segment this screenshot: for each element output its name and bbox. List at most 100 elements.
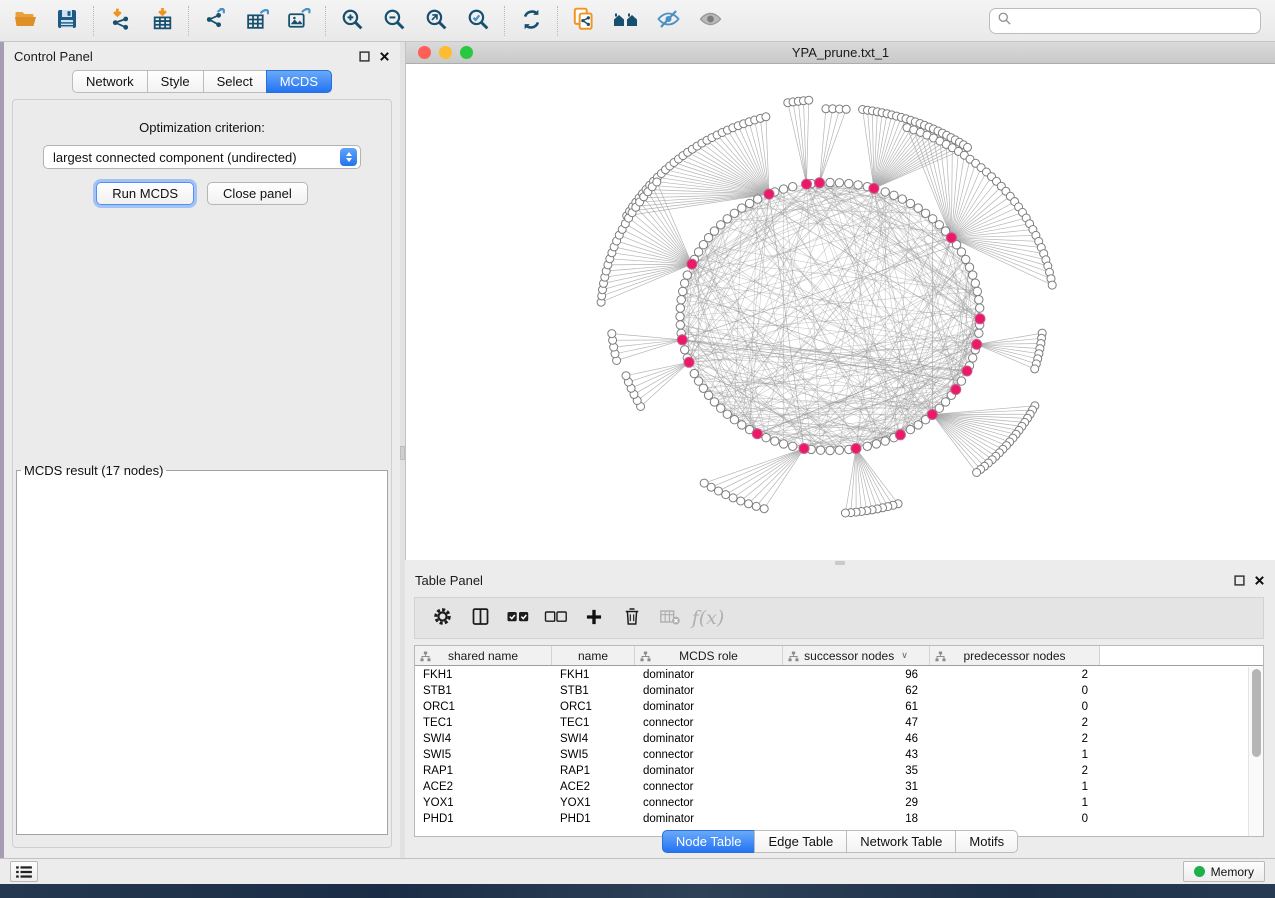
network-node[interactable] — [941, 398, 949, 406]
network-graph[interactable] — [406, 64, 1275, 560]
mcds-hub-node[interactable] — [869, 183, 879, 193]
table-row[interactable]: SWI4SWI4dominator462 — [415, 731, 1248, 747]
network-node[interactable] — [754, 195, 762, 203]
network-node[interactable] — [752, 502, 760, 510]
show-all-button[interactable] — [689, 3, 731, 39]
network-node[interactable] — [683, 271, 691, 279]
tab-node-table[interactable]: Node Table — [662, 830, 756, 853]
mcds-hub-node[interactable] — [799, 444, 809, 454]
tab-style[interactable]: Style — [147, 70, 204, 93]
network-node[interactable] — [854, 181, 862, 189]
network-node[interactable] — [906, 199, 914, 207]
network-node[interactable] — [762, 113, 770, 121]
network-node[interactable] — [957, 377, 965, 385]
create-column-button[interactable] — [577, 601, 611, 635]
network-node[interactable] — [964, 143, 972, 151]
network-node[interactable] — [738, 204, 746, 212]
network-node[interactable] — [717, 221, 725, 229]
table-row[interactable]: STB1STB1dominator620 — [415, 683, 1248, 699]
network-node[interactable] — [737, 497, 745, 505]
network-node[interactable] — [969, 354, 977, 362]
table-scrollbar[interactable] — [1248, 667, 1263, 836]
zoom-selected-button[interactable] — [457, 3, 499, 39]
export-table-button[interactable] — [236, 3, 278, 39]
network-node[interactable] — [969, 271, 977, 279]
mcds-hub-node[interactable] — [895, 430, 905, 440]
splitter-grabber-icon[interactable] — [400, 446, 405, 460]
mcds-hub-node[interactable] — [975, 314, 985, 324]
network-node[interactable] — [863, 442, 871, 450]
network-node[interactable] — [676, 312, 684, 320]
network-node[interactable] — [835, 446, 843, 454]
network-node[interactable] — [608, 330, 616, 338]
window-close-icon[interactable] — [418, 46, 431, 59]
network-node[interactable] — [677, 296, 685, 304]
network-node[interactable] — [881, 437, 889, 445]
mcds-result-list[interactable]: PHD1CAR1STP4TID3YOX1SWI4SRD1PMA2FKH1ACE2… — [19, 480, 371, 481]
delete-columns-button[interactable] — [615, 601, 649, 635]
network-node[interactable] — [760, 505, 768, 513]
network-node[interactable] — [722, 491, 730, 499]
first-neighbors-button[interactable] — [605, 3, 647, 39]
column-header-name[interactable]: name — [552, 646, 635, 665]
network-node[interactable] — [622, 372, 630, 380]
network-node[interactable] — [898, 195, 906, 203]
mcds-hub-node[interactable] — [752, 429, 762, 439]
close-control-panel-button[interactable] — [379, 51, 390, 62]
table-row[interactable]: SWI5SWI5connector431 — [415, 747, 1248, 763]
mcds-hub-node[interactable] — [815, 178, 825, 188]
network-node[interactable] — [973, 469, 981, 477]
tab-edge-table[interactable]: Edge Table — [754, 830, 847, 853]
network-node[interactable] — [789, 183, 797, 191]
close-table-panel-button[interactable] — [1254, 575, 1265, 586]
network-node[interactable] — [729, 494, 737, 502]
mcds-hub-node[interactable] — [851, 444, 861, 454]
network-node[interactable] — [914, 204, 922, 212]
table-row[interactable]: ORC1ORC1dominator610 — [415, 699, 1248, 715]
memory-button[interactable]: Memory — [1183, 861, 1265, 882]
criterion-dropdown[interactable]: largest connected component (undirected) — [43, 145, 361, 169]
table-row[interactable]: PHD1PHD1dominator180 — [415, 811, 1248, 827]
task-history-button[interactable] — [10, 861, 38, 882]
network-node[interactable] — [890, 191, 898, 199]
network-node[interactable] — [679, 287, 687, 295]
network-node[interactable] — [845, 179, 853, 187]
network-node[interactable] — [957, 248, 965, 256]
mcds-hub-node[interactable] — [962, 366, 972, 376]
network-titlebar[interactable]: YPA_prune.txt_1 — [406, 42, 1275, 64]
network-node[interactable] — [975, 329, 983, 337]
hide-selected-button[interactable] — [647, 3, 689, 39]
network-node[interactable] — [841, 509, 849, 517]
network-node[interactable] — [690, 369, 698, 377]
scrollbar-thumb[interactable] — [1252, 669, 1261, 757]
select-all-columns-button[interactable] — [501, 601, 535, 635]
import-table-button[interactable] — [141, 3, 183, 39]
network-node[interactable] — [779, 185, 787, 193]
network-canvas[interactable] — [406, 64, 1275, 560]
network-node[interactable] — [681, 346, 689, 354]
network-node[interactable] — [700, 479, 708, 487]
table-row[interactable]: FKH1FKH1dominator962 — [415, 667, 1248, 683]
network-node[interactable] — [962, 255, 970, 263]
network-node[interactable] — [723, 215, 731, 223]
network-node[interactable] — [805, 96, 813, 104]
network-node[interactable] — [826, 446, 834, 454]
network-node[interactable] — [921, 209, 929, 217]
export-network-button[interactable] — [194, 3, 236, 39]
window-minimize-icon[interactable] — [439, 46, 452, 59]
table-row[interactable]: RAP1RAP1dominator352 — [415, 763, 1248, 779]
mcds-hub-node[interactable] — [802, 179, 812, 189]
column-header-predecessor-nodes[interactable]: predecessor nodes — [930, 646, 1100, 665]
network-node[interactable] — [779, 440, 787, 448]
table-row[interactable]: TEC1TEC1connector472 — [415, 715, 1248, 731]
network-node[interactable] — [1048, 281, 1056, 289]
network-node[interactable] — [975, 296, 983, 304]
refresh-layout-button[interactable] — [510, 3, 552, 39]
close-mcds-panel-button[interactable]: Close panel — [207, 182, 308, 205]
clone-network-button[interactable] — [563, 3, 605, 39]
save-session-button[interactable] — [46, 3, 88, 39]
network-node[interactable] — [929, 215, 937, 223]
network-node[interactable] — [710, 227, 718, 235]
mcds-hub-node[interactable] — [687, 259, 697, 269]
network-node[interactable] — [723, 410, 731, 418]
